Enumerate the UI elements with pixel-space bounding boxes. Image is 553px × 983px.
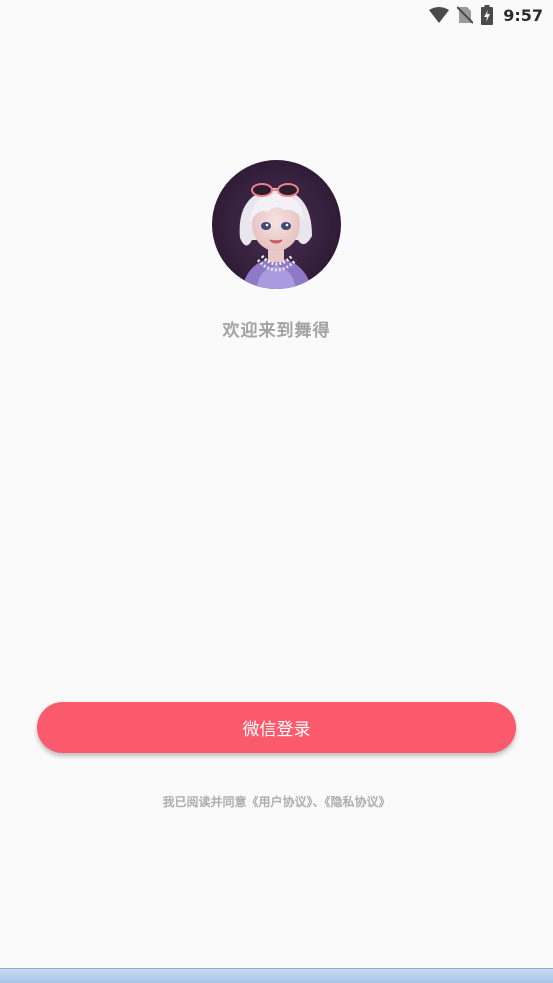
agreement-prefix: 我已阅读并同意 — [162, 795, 247, 809]
no-sim-icon — [457, 6, 474, 24]
agreement-separator: 、 — [312, 795, 325, 809]
status-time: 9:57 — [503, 5, 543, 25]
user-agreement-link[interactable]: 《用户协议》 — [246, 795, 312, 809]
bottom-window-strip — [0, 968, 553, 983]
wifi-icon — [429, 7, 450, 23]
privacy-policy-link[interactable]: 《隐私协议》 — [325, 795, 391, 809]
agreement-text: 我已阅读并同意《用户协议》、《隐私协议》 — [0, 793, 553, 810]
wechat-login-button[interactable]: 微信登录 — [37, 702, 516, 753]
login-screen: 9:57 欢迎来到舞得 微信登录 我已阅读并同意《用户协议》、《隐私协议》 — [0, 0, 553, 983]
welcome-text: 欢迎来到舞得 — [222, 321, 331, 341]
battery-charging-icon — [481, 5, 494, 25]
avatar — [212, 160, 341, 289]
status-bar: 9:57 — [0, 0, 553, 30]
